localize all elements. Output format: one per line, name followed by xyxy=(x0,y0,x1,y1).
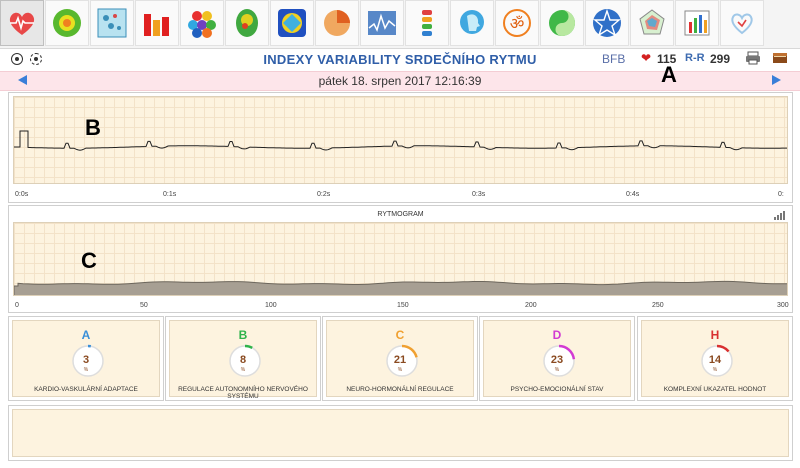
record-date: pátek 18. srpen 2017 12:16:39 xyxy=(318,74,482,88)
index-card[interactable]: A 3 % KARDIO-VASKULÁRNÍ ADAPTACE xyxy=(8,316,164,401)
heart-ecg-icon xyxy=(9,12,35,35)
index-letter: A xyxy=(81,328,91,342)
index-value: 3 xyxy=(82,354,90,366)
pentagram-icon xyxy=(593,8,621,37)
grid-dots-icon xyxy=(97,8,127,38)
rytmogram-tick: 300 xyxy=(777,302,789,309)
index-percent: % xyxy=(240,367,246,373)
tool-green-sphere[interactable] xyxy=(45,0,89,46)
index-card[interactable]: B 8 % REGULACE AUTONOMNÍHO NERVOVÉHO SYS… xyxy=(165,316,321,401)
ecg-panel: B 0:0s 0:1s 0:2s 0:3s 0:4s 0: xyxy=(8,92,793,203)
tool-om-symbol[interactable]: ॐ xyxy=(495,0,539,46)
index-letter: C xyxy=(395,328,405,342)
index-percent: % xyxy=(83,367,89,373)
tool-yin-yang[interactable] xyxy=(540,0,584,46)
tool-target-diamond[interactable] xyxy=(270,0,314,46)
rytmogram-title: RYTMOGRAM xyxy=(377,211,424,218)
tool-radar[interactable] xyxy=(630,0,674,46)
small-bar-chart-icon xyxy=(684,10,710,36)
index-label: KOMPLEXNÍ UKAZATEL HODNOT xyxy=(663,386,767,393)
tool-pie-chart[interactable] xyxy=(315,0,359,46)
waveform-icon xyxy=(368,11,396,35)
ecg-tick: 0:3s xyxy=(472,191,486,198)
bfb-label[interactable]: BFB xyxy=(602,52,625,66)
index-value: 23 xyxy=(550,354,564,366)
index-card[interactable]: D 23 % PSYCHO-EMOCIONÁLNÍ STAV xyxy=(479,316,635,401)
index-letter: D xyxy=(552,328,562,342)
annotation-c: C xyxy=(81,248,97,273)
rytmogram-tick: 200 xyxy=(525,302,537,309)
ecg-tick: 0:2s xyxy=(317,191,331,198)
tool-small-bar-chart[interactable] xyxy=(675,0,719,46)
index-label: REGULACE AUTONOMNÍHO NERVOVÉHO SYSTÉMU xyxy=(178,386,308,400)
tool-grid-dots[interactable] xyxy=(90,0,134,46)
om-symbol-icon: ॐ xyxy=(503,9,531,37)
heart-ribbon-icon xyxy=(731,13,753,35)
index-card[interactable]: H 14 % KOMPLEXNÍ UKAZATEL HODNOT xyxy=(637,316,793,401)
rytmogram-plot xyxy=(13,222,788,296)
head-profile-icon xyxy=(460,10,484,34)
annotation-b: B xyxy=(85,115,101,140)
brain-map-icon xyxy=(236,9,258,37)
rytmogram-tick: 0 xyxy=(15,302,19,309)
index-percent: % xyxy=(397,367,403,373)
index-value: 8 xyxy=(239,354,247,366)
tool-bar-chart[interactable] xyxy=(135,0,179,46)
annotation-a: A xyxy=(661,62,677,87)
tool-head-profile[interactable] xyxy=(450,0,494,46)
tool-waveform[interactable] xyxy=(360,0,404,46)
target-diamond-icon xyxy=(278,9,306,37)
tool-brain-map[interactable] xyxy=(225,0,269,46)
rytmogram-tick: 250 xyxy=(652,302,664,309)
rr-value: 299 xyxy=(710,52,731,66)
index-percent: % xyxy=(712,367,718,373)
radar-icon xyxy=(639,9,665,35)
rytmogram-tick: 150 xyxy=(397,302,409,309)
rytmogram-tick: 100 xyxy=(265,302,277,309)
page-title: INDEXY VARIABILITY SRDEČNÍHO RYTMU xyxy=(263,52,537,67)
index-percent: % xyxy=(554,367,560,373)
spine-icon xyxy=(422,10,432,36)
signal-bars-icon[interactable] xyxy=(773,210,785,220)
bottom-panel xyxy=(8,405,793,461)
bar-chart-icon xyxy=(144,14,169,36)
svg-text:ॐ: ॐ xyxy=(510,14,525,33)
tool-pentagram[interactable] xyxy=(585,0,629,46)
index-value: 14 xyxy=(708,354,722,366)
ecg-tick: 0:0s xyxy=(15,191,29,198)
printer-icon[interactable] xyxy=(745,51,761,65)
hexagon-grid-icon xyxy=(188,11,216,38)
toolbar: ॐ xyxy=(0,0,800,49)
rr-label: R-R xyxy=(685,52,705,64)
index-label: KARDIO-VASKULÁRNÍ ADAPTACE xyxy=(34,386,138,393)
index-value: 21 xyxy=(393,354,407,366)
rytmogram-panel: RYTMOGRAM C 0 50 100 150 200 250 300 xyxy=(8,205,793,313)
tool-heart-ribbon[interactable] xyxy=(720,0,764,46)
title-bar: INDEXY VARIABILITY SRDEČNÍHO RYTMU BFB ❤… xyxy=(0,49,800,71)
pie-chart-icon xyxy=(324,10,350,36)
date-bar: pátek 18. srpen 2017 12:16:39 xyxy=(0,71,800,91)
yin-yang-icon xyxy=(549,10,575,36)
ecg-plot xyxy=(13,96,788,184)
rytmogram-area xyxy=(14,280,787,295)
tool-spine[interactable] xyxy=(405,0,449,46)
ecg-tick: 0: xyxy=(778,191,784,198)
book-icon[interactable] xyxy=(772,51,788,65)
tool-hexagon-grid[interactable] xyxy=(180,0,224,46)
rytmogram-tick: 50 xyxy=(140,302,148,309)
index-card[interactable]: C 21 % NEURO-HORMONÁLNÍ REGULACE xyxy=(322,316,478,401)
index-label: NEURO-HORMONÁLNÍ REGULACE xyxy=(346,386,454,393)
ecg-tick: 0:1s xyxy=(163,191,177,198)
heart-icon: ❤ xyxy=(641,51,652,65)
tool-heart-ecg[interactable] xyxy=(0,0,44,46)
ecg-waveform xyxy=(14,130,787,151)
ecg-tick: 0:4s xyxy=(626,191,640,198)
green-sphere-icon xyxy=(53,9,81,37)
index-letter: H xyxy=(710,328,720,342)
next-arrow-icon[interactable] xyxy=(772,75,781,85)
index-label: PSYCHO-EMOCIONÁLNÍ STAV xyxy=(510,386,604,393)
index-letter: B xyxy=(238,328,248,342)
